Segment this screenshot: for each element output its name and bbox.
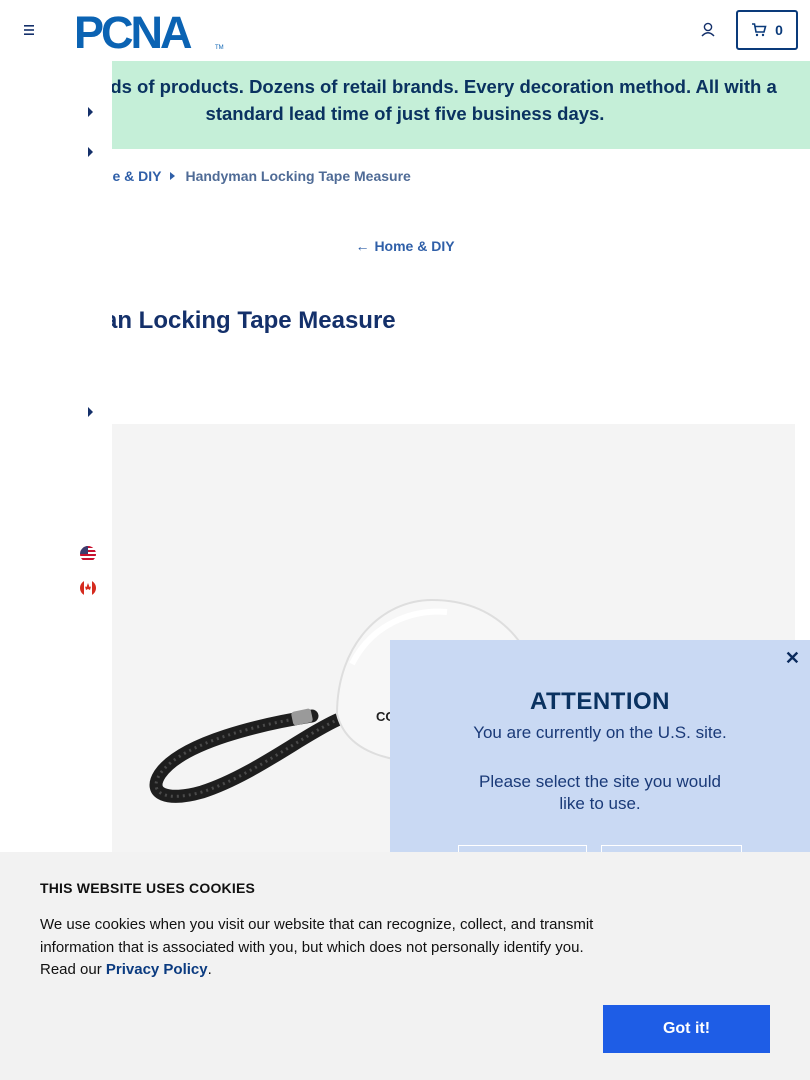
user-icon <box>701 22 715 37</box>
chevron-right-icon[interactable] <box>88 107 93 117</box>
breadcrumb-separator-icon <box>170 172 176 180</box>
page-title-text: an Locking Tape Measure <box>104 307 396 334</box>
promo-text: Thousands of products. Dozens of retail … <box>33 76 777 124</box>
modal-current-site-text: You are currently on the U.S. site. <box>473 723 727 742</box>
pcna-logo[interactable]: PCNA TM <box>74 7 226 58</box>
cart-count: 0 <box>775 22 783 38</box>
cookie-period: . <box>207 961 212 978</box>
svg-text:TM: TM <box>215 45 224 51</box>
cookie-body: We use cookies when you visit our websit… <box>40 914 605 982</box>
back-link-label: Home & DIY <box>374 238 455 254</box>
modal-title: ATTENTION <box>529 688 671 715</box>
back-to-category-link[interactable]: ← Home & DIY <box>0 238 810 254</box>
us-flag-icon[interactable] <box>80 546 96 562</box>
accept-cookies-button[interactable]: Got it! <box>603 1005 770 1053</box>
privacy-policy-link[interactable]: Privacy Policy <box>106 961 208 978</box>
account-button[interactable] <box>698 20 718 40</box>
cart-button[interactable]: 0 <box>736 10 798 50</box>
canada-flag-icon[interactable] <box>80 580 96 596</box>
chevron-right-icon[interactable] <box>88 147 93 157</box>
site-selector-modal: ✕ ATTENTION You are currently on the U.S… <box>390 640 810 885</box>
cookie-banner: THIS WEBSITE USES COOKIES We use cookies… <box>0 852 810 1080</box>
cookie-title: THIS WEBSITE USES COOKIES <box>40 880 256 896</box>
breadcrumb-current: Handyman Locking Tape Measure <box>185 168 411 184</box>
pcna-logo-mark: PCNA TM <box>74 7 224 58</box>
arrow-left-icon: ← <box>355 238 370 254</box>
site-header: PCNA TM 0 <box>0 0 810 61</box>
promo-banner: Thousands of products. Dozens of retail … <box>0 61 810 149</box>
cart-icon <box>752 23 767 37</box>
hamburger-menu-button[interactable] <box>18 20 38 40</box>
side-navigation-drawer <box>0 61 112 852</box>
close-icon[interactable]: ✕ <box>785 648 800 669</box>
logo-text: PCNA <box>74 9 192 53</box>
chevron-right-icon[interactable] <box>88 407 93 417</box>
modal-instruction-text: Please select the site you would like to… <box>479 772 721 813</box>
hamburger-icon <box>24 25 34 35</box>
